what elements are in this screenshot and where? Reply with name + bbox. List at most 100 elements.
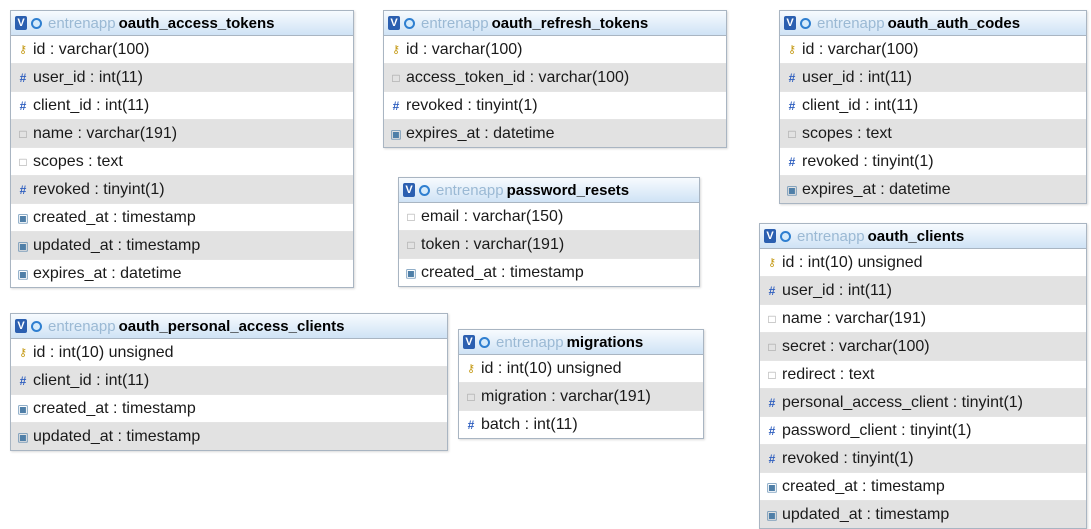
column-row[interactable]: # client_id : int(11) [11, 92, 353, 120]
column-row[interactable]: # client_id : int(11) [11, 367, 447, 395]
numeric-icon: # [19, 182, 27, 197]
key-icon: ⚷ [391, 44, 401, 56]
column-label: client_id : int(11) [33, 96, 150, 114]
show-columns-icon[interactable] [479, 336, 490, 348]
show-columns-icon[interactable] [800, 17, 811, 29]
numeric-icon: # [19, 70, 27, 85]
column-row[interactable]: # personal_access_client : tinyint(1) [760, 389, 1086, 417]
column-row[interactable]: □ migration : varchar(191) [459, 383, 703, 411]
show-columns-icon[interactable] [31, 320, 42, 332]
database-name: entrenapp [48, 317, 116, 335]
column-label: client_id : int(11) [802, 96, 919, 114]
table-password-resets[interactable]: Ventrenapp password_resets □ email : varcha… [398, 177, 700, 287]
column-label: secret : varchar(100) [782, 337, 930, 355]
column-row[interactable]: ▣ updated_at : timestamp [11, 423, 447, 450]
column-label: migration : varchar(191) [481, 387, 651, 405]
column-row[interactable]: ▣ created_at : timestamp [760, 473, 1086, 501]
text-icon: □ [19, 126, 27, 141]
toggle-icon[interactable]: V [388, 16, 400, 30]
column-row[interactable]: ▣ created_at : timestamp [11, 395, 447, 423]
column-row[interactable]: ⚷ id : varchar(100) [780, 36, 1086, 64]
show-columns-icon[interactable] [404, 17, 415, 29]
column-row[interactable]: ▣ updated_at : timestamp [760, 501, 1086, 528]
column-row[interactable]: □ token : varchar(191) [399, 231, 699, 259]
column-row[interactable]: ⚷ id : varchar(100) [11, 36, 353, 64]
column-row[interactable]: ▣ expires_at : datetime [780, 176, 1086, 203]
column-row[interactable]: # user_id : int(11) [11, 64, 353, 92]
table-oauth-refresh-tokens[interactable]: Ventrenapp oauth_refresh_tokens ⚷ id : varc… [383, 10, 727, 148]
column-row[interactable]: # client_id : int(11) [780, 92, 1086, 120]
show-columns-icon[interactable] [780, 230, 791, 242]
database-name: entrenapp [797, 227, 865, 245]
column-row[interactable]: # user_id : int(11) [760, 277, 1086, 305]
column-row[interactable]: ▣ created_at : timestamp [399, 259, 699, 286]
column-row[interactable]: # revoked : tinyint(1) [780, 148, 1086, 176]
date-icon: ▣ [17, 238, 29, 253]
column-label: batch : int(11) [481, 415, 578, 433]
toggle-icon[interactable]: V [15, 16, 27, 30]
table-name: migrations [566, 333, 644, 351]
database-name: entrenapp [436, 181, 504, 199]
column-row[interactable]: □ name : varchar(191) [11, 120, 353, 148]
table-name: oauth_clients [867, 227, 965, 245]
column-label: password_client : tinyint(1) [782, 421, 972, 439]
column-label: updated_at : timestamp [33, 236, 201, 254]
table-name: oauth_access_tokens [118, 14, 275, 32]
table-oauth-access-tokens[interactable]: Ventrenapp oauth_access_tokens ⚷ id : varch… [10, 10, 354, 288]
database-name: entrenapp [496, 333, 564, 351]
toggle-icon[interactable]: V [15, 319, 27, 333]
table-oauth-personal-access-clients[interactable]: Ventrenapp oauth_personal_access_clients ⚷… [10, 313, 448, 451]
column-row[interactable]: ⚷ id : int(10) unsigned [760, 249, 1086, 277]
column-row[interactable]: □ scopes : text [11, 148, 353, 176]
show-columns-icon[interactable] [419, 184, 430, 196]
column-row[interactable]: ▣ created_at : timestamp [11, 204, 353, 232]
column-row[interactable]: ⚷ id : int(10) unsigned [459, 355, 703, 383]
date-icon: ▣ [766, 507, 778, 522]
toggle-icon[interactable]: V [764, 229, 776, 243]
column-label: token : varchar(191) [421, 235, 565, 253]
column-row[interactable]: □ scopes : text [780, 120, 1086, 148]
numeric-icon: # [768, 283, 776, 298]
column-row[interactable]: # revoked : tinyint(1) [384, 92, 726, 120]
table-header: Ventrenapp password_resets [399, 178, 699, 203]
table-oauth-auth-codes[interactable]: Ventrenapp oauth_auth_codes ⚷ id : varchar(… [779, 10, 1087, 204]
column-row[interactable]: ▣ expires_at : datetime [384, 120, 726, 147]
column-label: user_id : int(11) [33, 68, 143, 86]
column-row[interactable]: ⚷ id : int(10) unsigned [11, 339, 447, 367]
column-row[interactable]: # batch : int(11) [459, 411, 703, 438]
column-row[interactable]: ▣ expires_at : datetime [11, 260, 353, 287]
column-row[interactable]: # revoked : tinyint(1) [760, 445, 1086, 473]
table-migrations[interactable]: Ventrenapp migrations ⚷ id : int(10) unsign… [458, 329, 704, 439]
column-row[interactable]: □ redirect : text [760, 361, 1086, 389]
column-row[interactable]: □ name : varchar(191) [760, 305, 1086, 333]
toggle-icon[interactable]: V [784, 16, 796, 30]
column-row[interactable]: □ email : varchar(150) [399, 203, 699, 231]
key-icon: ⚷ [18, 44, 28, 56]
toggle-icon[interactable]: V [463, 335, 475, 349]
column-row[interactable]: ⚷ id : varchar(100) [384, 36, 726, 64]
show-columns-icon[interactable] [31, 17, 42, 29]
numeric-icon: # [768, 395, 776, 410]
column-row[interactable]: □ secret : varchar(100) [760, 333, 1086, 361]
column-row[interactable]: ▣ updated_at : timestamp [11, 232, 353, 260]
date-icon: ▣ [786, 182, 798, 197]
text-icon: □ [467, 389, 475, 404]
column-label: expires_at : datetime [802, 180, 951, 198]
column-row[interactable]: # user_id : int(11) [780, 64, 1086, 92]
column-row[interactable]: # password_client : tinyint(1) [760, 417, 1086, 445]
column-row[interactable]: # revoked : tinyint(1) [11, 176, 353, 204]
date-icon: ▣ [17, 210, 29, 225]
toggle-icon[interactable]: V [403, 183, 415, 197]
column-label: expires_at : datetime [406, 124, 555, 142]
column-label: updated_at : timestamp [782, 505, 950, 523]
table-header: Ventrenapp oauth_refresh_tokens [384, 11, 726, 36]
column-label: email : varchar(150) [421, 207, 564, 225]
column-row[interactable]: □ access_token_id : varchar(100) [384, 64, 726, 92]
date-icon: ▣ [390, 126, 402, 141]
numeric-icon: # [467, 417, 475, 432]
column-label: id : int(10) unsigned [481, 359, 622, 377]
table-oauth-clients[interactable]: Ventrenapp oauth_clients ⚷ id : int(10) uns… [759, 223, 1087, 529]
column-label: revoked : tinyint(1) [33, 180, 165, 198]
column-label: id : varchar(100) [33, 40, 150, 58]
date-icon: ▣ [17, 429, 29, 444]
